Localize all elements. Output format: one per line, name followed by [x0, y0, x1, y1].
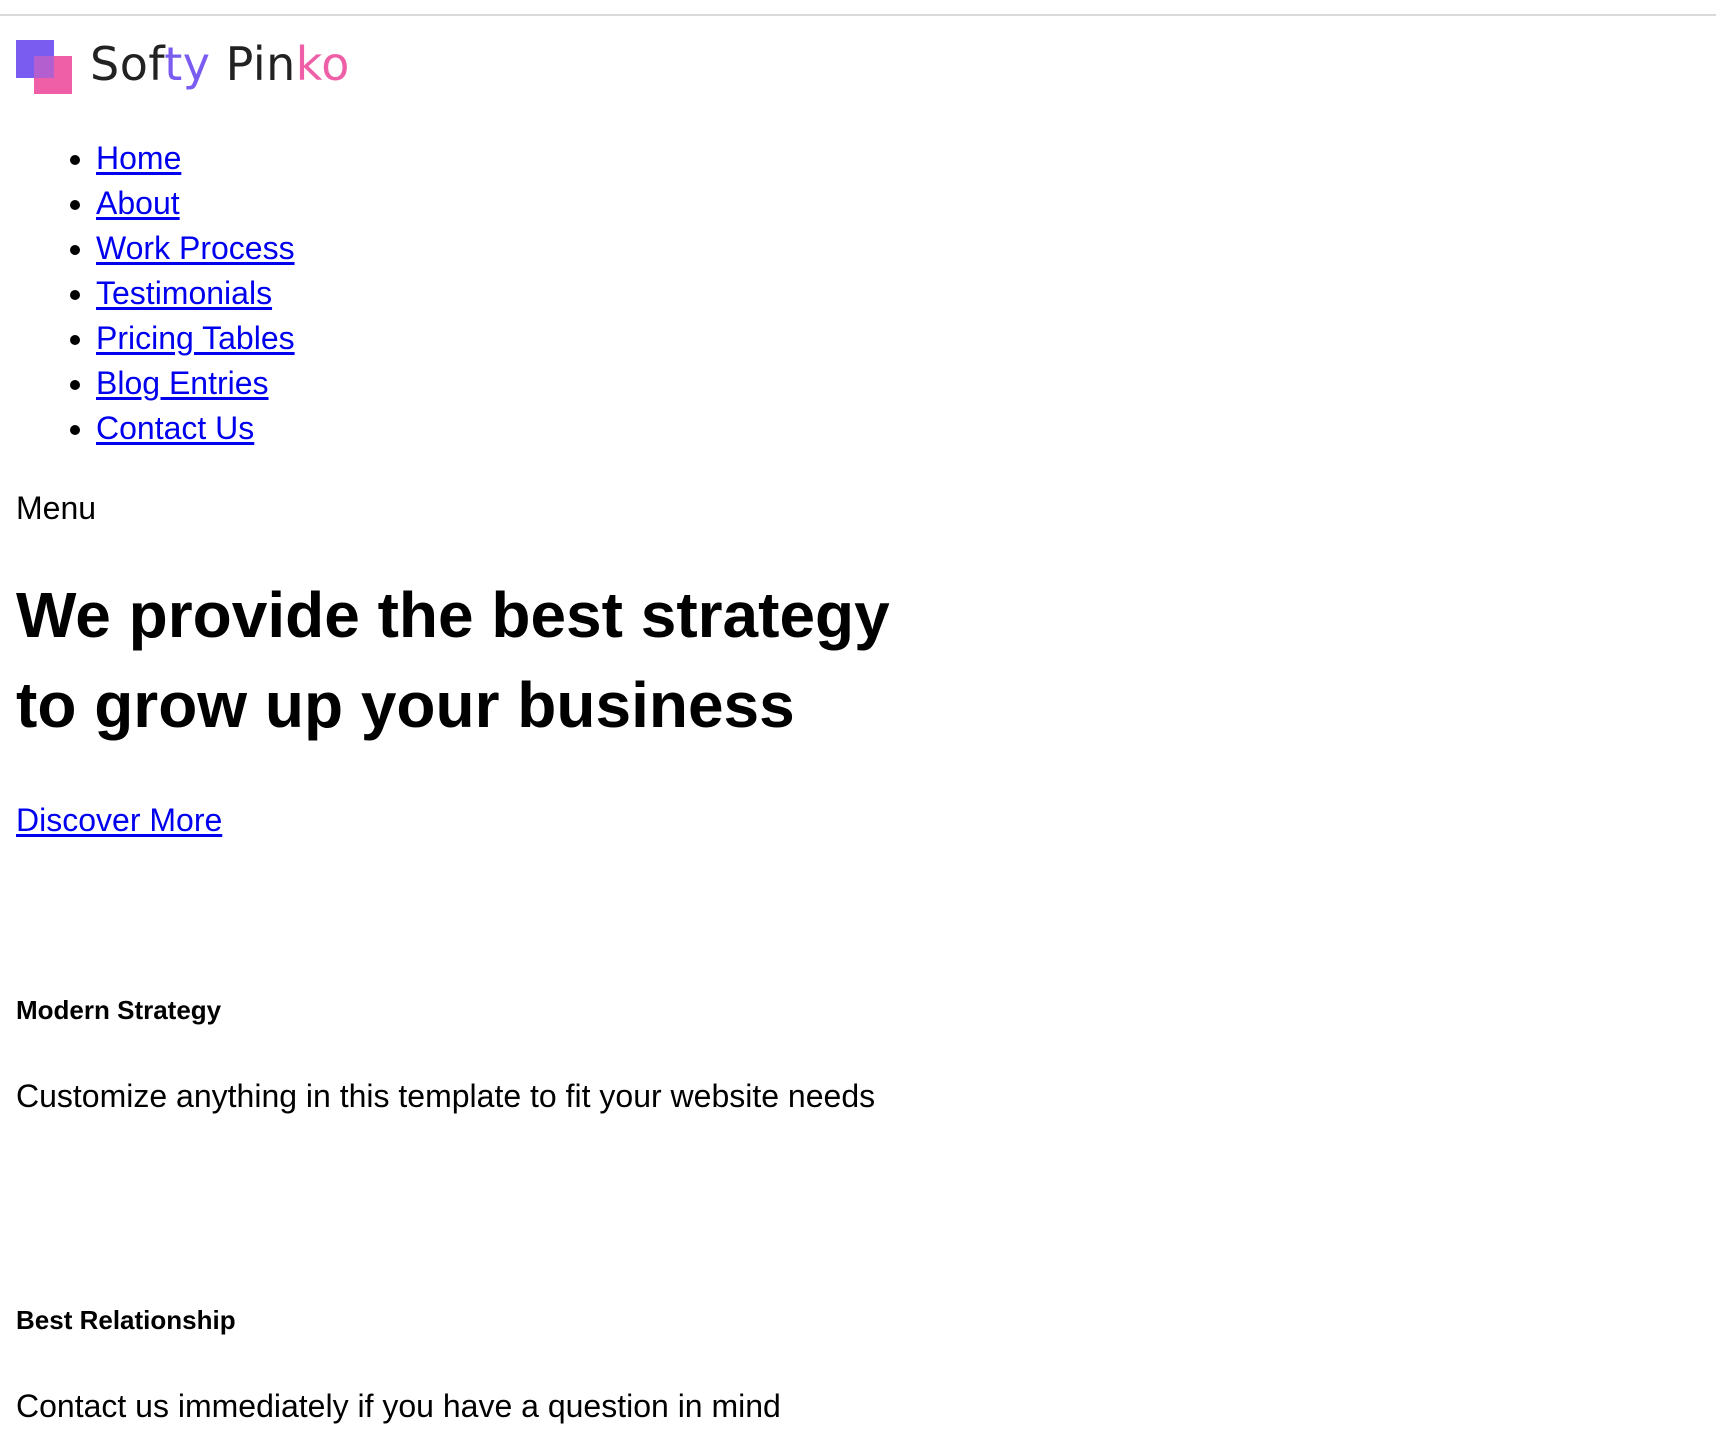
- logo-wordmark: Softy Pinko: [90, 37, 350, 91]
- nav-item-pricing-tables: Pricing Tables: [96, 316, 295, 361]
- nav-item-home: Home: [96, 136, 295, 181]
- nav-item-testimonials: Testimonials: [96, 271, 295, 316]
- feature-title-modern-strategy: Modern Strategy: [16, 995, 222, 1025]
- nav-item-contact-us: Contact Us: [96, 406, 295, 451]
- menu-toggle[interactable]: Menu: [16, 488, 96, 528]
- logo-mark-icon: [16, 36, 72, 94]
- discover-more-link[interactable]: Discover More: [16, 800, 222, 840]
- browser-top-border: [0, 0, 1716, 16]
- hero-heading-line-1: We provide the best strategy: [16, 579, 890, 651]
- nav-link-blog-entries[interactable]: Blog Entries: [96, 365, 269, 401]
- nav-link-contact-us[interactable]: Contact Us: [96, 410, 254, 446]
- feature-title-best-relationship: Best Relationship: [16, 1305, 236, 1335]
- nav-item-about: About: [96, 181, 295, 226]
- feature-text-best-relationship: Contact us immediately if you have a que…: [16, 1388, 781, 1424]
- nav-item-work-process: Work Process: [96, 226, 295, 271]
- nav-item-blog-entries: Blog Entries: [96, 361, 295, 406]
- feature-text-modern-strategy: Customize anything in this template to f…: [16, 1078, 876, 1114]
- nav-link-pricing-tables[interactable]: Pricing Tables: [96, 320, 295, 356]
- nav-link-about[interactable]: About: [96, 185, 180, 221]
- hero-heading-line-2: to grow up your business: [16, 669, 795, 741]
- main-nav: Home About Work Process Testimonials Pri…: [16, 136, 295, 451]
- site-logo[interactable]: Softy Pinko: [16, 34, 350, 94]
- nav-link-home[interactable]: Home: [96, 140, 181, 176]
- hero-heading: We provide the best strategy to grow up …: [16, 570, 1216, 750]
- nav-link-work-process[interactable]: Work Process: [96, 230, 295, 266]
- nav-link-testimonials[interactable]: Testimonials: [96, 275, 272, 311]
